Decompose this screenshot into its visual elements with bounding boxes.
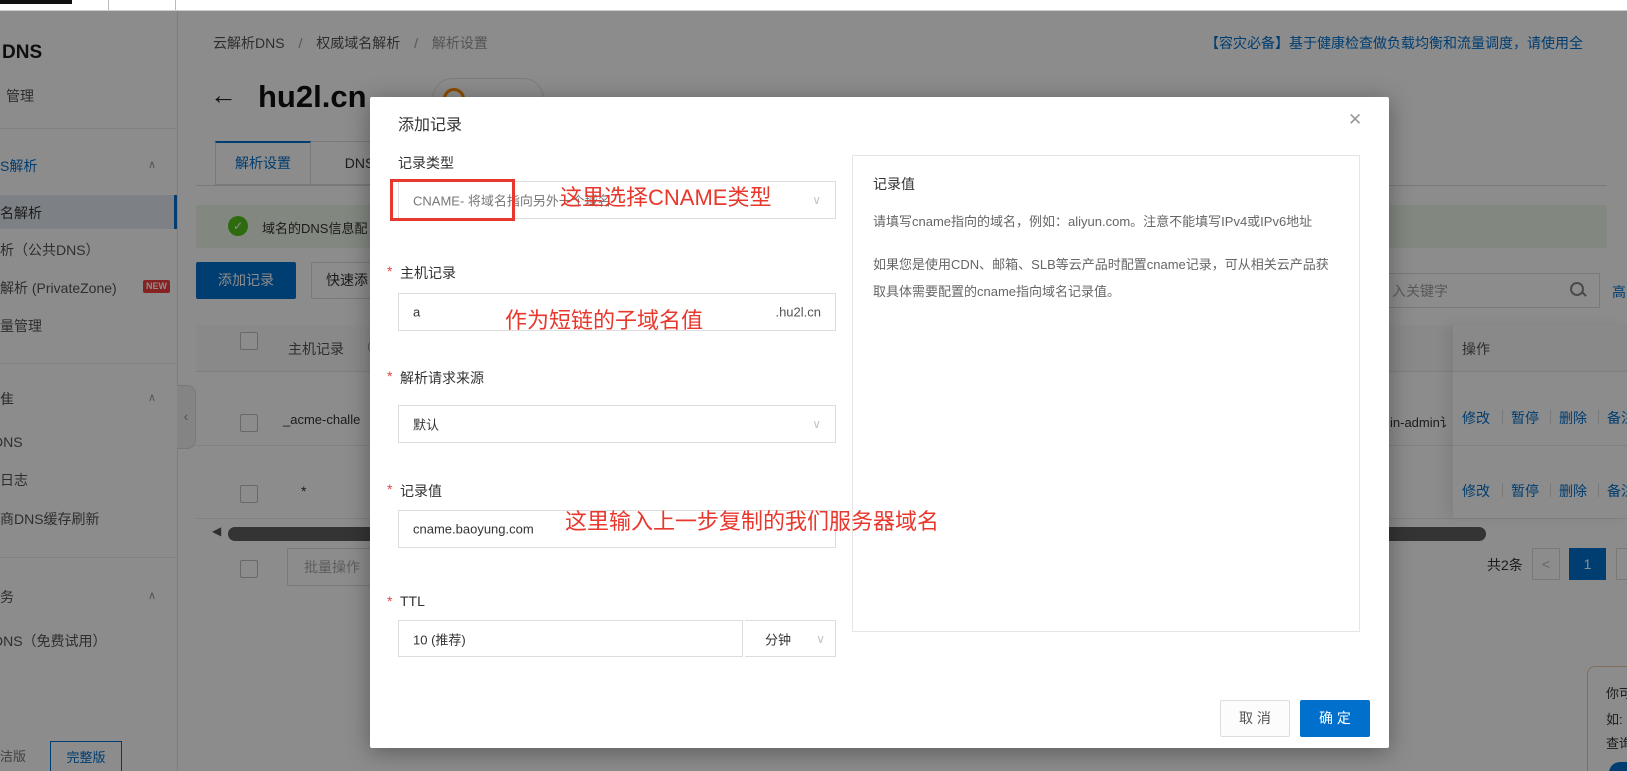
- chevron-down-icon: ∨: [812, 193, 821, 207]
- add-record-modal: 添加记录 ✕ 记录类型 CNAME- 将域名指向另外一个域名 ∨ * 主机记录 …: [370, 97, 1389, 748]
- ttl-value: 10 (推荐): [413, 629, 466, 648]
- resolution-source-select[interactable]: 默认 ∨: [398, 405, 836, 443]
- annotation-record-type: 这里选择CNAME类型: [560, 180, 771, 212]
- chevron-down-icon: ∨: [816, 632, 825, 646]
- modal-title: 添加记录: [398, 111, 462, 135]
- record-value-label: 记录值: [400, 481, 442, 501]
- top-strip: [0, 0, 1627, 11]
- resolution-source-value: 默认: [413, 415, 439, 434]
- help-panel-title: 记录值: [873, 174, 1339, 194]
- record-type-label: 记录类型: [398, 153, 454, 173]
- ttl-label: TTL: [400, 593, 425, 609]
- annotation-record-value: 这里输入上一步复制的我们服务器域名: [565, 504, 939, 536]
- annotation-box-record-type: [390, 179, 515, 221]
- host-record-suffix: .hu2l.cn: [775, 305, 821, 320]
- host-record-value: a: [413, 305, 420, 320]
- host-record-label: 主机记录: [400, 263, 456, 283]
- ttl-input[interactable]: 10 (推荐): [398, 620, 743, 657]
- ttl-unit-value: 分钟: [765, 629, 791, 648]
- help-panel-paragraph: 请填写cname指向的域名，例如：aliyun.com。注意不能填写IPv4或I…: [873, 208, 1339, 235]
- resolution-source-label: 解析请求来源: [400, 368, 484, 388]
- annotation-host-record: 作为短链的子域名值: [505, 303, 703, 335]
- screen: DNS 管理 S解析 ∧ 名解析 析（公共DNS） 解析 (PrivateZon…: [0, 0, 1627, 771]
- help-panel-paragraph: 如果您是使用CDN、邮箱、SLB等云产品时配置cname记录，可从相关云产品获取…: [873, 251, 1339, 305]
- chevron-down-icon: ∨: [812, 417, 821, 431]
- cancel-button[interactable]: 取 消: [1220, 700, 1290, 737]
- ttl-unit-select[interactable]: 分钟 ∨: [745, 620, 836, 657]
- close-icon[interactable]: ✕: [1348, 110, 1362, 130]
- record-value-value: cname.baoyung.com: [413, 522, 534, 537]
- confirm-button[interactable]: 确 定: [1300, 700, 1370, 737]
- record-value-help-panel: 记录值 请填写cname指向的域名，例如：aliyun.com。注意不能填写IP…: [852, 155, 1360, 632]
